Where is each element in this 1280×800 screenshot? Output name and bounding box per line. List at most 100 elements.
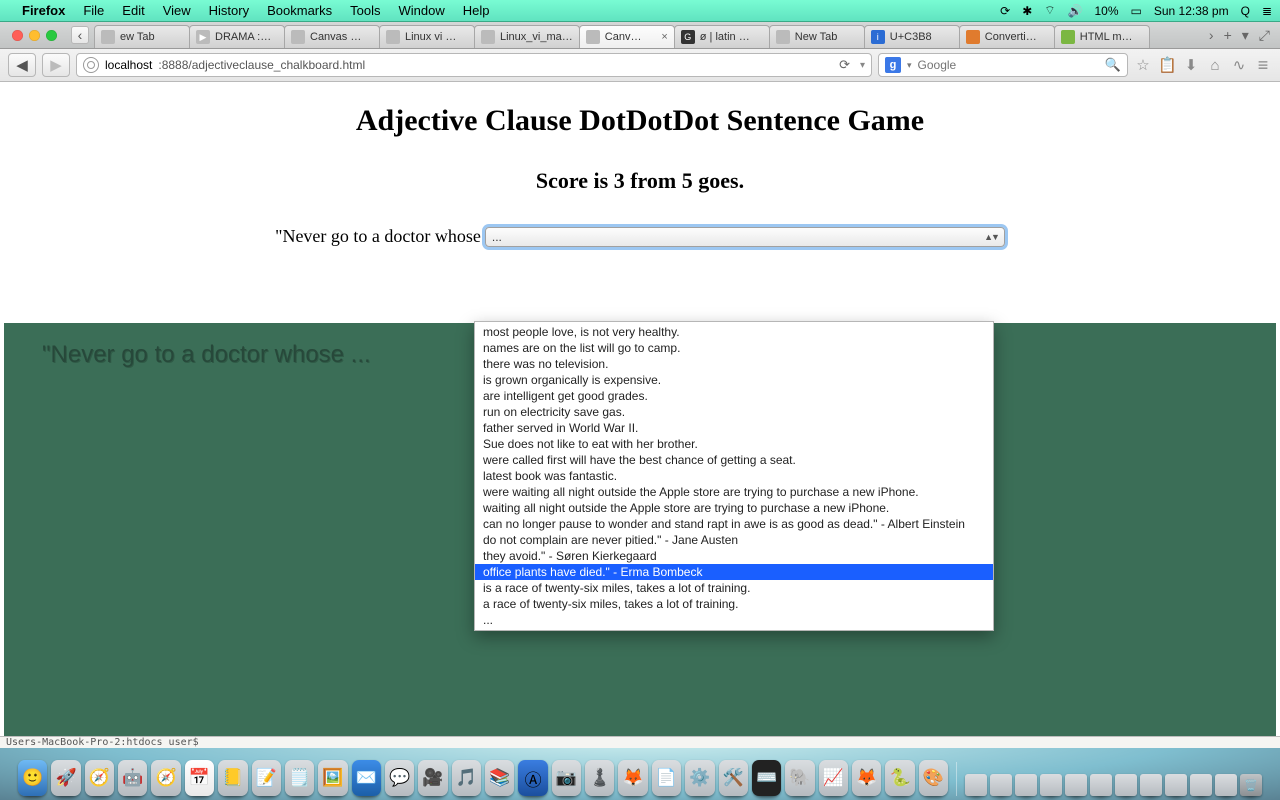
- answer-select-dropdown[interactable]: most people love, is not very healthy.na…: [474, 321, 994, 631]
- select-option[interactable]: most people love, is not very healthy.: [475, 324, 993, 340]
- dock-python[interactable]: 🐍: [885, 760, 914, 796]
- select-option[interactable]: father served in World War II.: [475, 420, 993, 436]
- tab-4[interactable]: Linux_vi_ma…: [474, 25, 580, 48]
- dock-min-6[interactable]: [1090, 774, 1112, 796]
- search-submit-icon[interactable]: 🔍: [1105, 57, 1121, 73]
- menu-view[interactable]: View: [163, 3, 191, 18]
- app-name[interactable]: Firefox: [22, 3, 65, 18]
- dock-facetime[interactable]: 🎥: [418, 760, 447, 796]
- dock-min-5[interactable]: [1065, 774, 1087, 796]
- dock-gimp[interactable]: 🦊: [852, 760, 881, 796]
- dock-messages[interactable]: 💬: [385, 760, 414, 796]
- dock-notes[interactable]: 🗒️: [285, 760, 314, 796]
- dock-ibooks[interactable]: 📚: [485, 760, 514, 796]
- dock-mail[interactable]: ✉️: [352, 760, 381, 796]
- dock-sysprefs[interactable]: ⚙️: [685, 760, 714, 796]
- tab-10[interactable]: HTML m…: [1054, 25, 1150, 48]
- tab-6[interactable]: Gø | latin …: [674, 25, 770, 48]
- tab-5-active[interactable]: Canv…×: [579, 25, 675, 48]
- select-option[interactable]: a race of twenty-six miles, takes a lot …: [475, 596, 993, 612]
- close-tab-icon[interactable]: ×: [661, 31, 667, 43]
- zoom-window-button[interactable]: [46, 30, 57, 41]
- volume-icon[interactable]: 🔊: [1068, 4, 1083, 18]
- dock-min-10[interactable]: [1190, 774, 1212, 796]
- downloads-icon[interactable]: ⬇: [1182, 56, 1200, 74]
- answer-select[interactable]: ... ▲▼: [485, 227, 1005, 247]
- dock-min-9[interactable]: [1165, 774, 1187, 796]
- search-engine-icon[interactable]: g: [885, 57, 901, 73]
- dock-min-2[interactable]: [990, 774, 1012, 796]
- tab-scroll-left[interactable]: ‹: [71, 26, 89, 44]
- select-option[interactable]: are intelligent get good grades.: [475, 388, 993, 404]
- reload-button[interactable]: ⟳: [839, 57, 850, 73]
- dock-min-1[interactable]: [965, 774, 987, 796]
- select-option[interactable]: were waiting all night outside the Apple…: [475, 484, 993, 500]
- select-option[interactable]: Sue does not like to eat with her brothe…: [475, 436, 993, 452]
- select-option[interactable]: they avoid." - Søren Kierkegaard: [475, 548, 993, 564]
- select-option[interactable]: is a race of twenty-six miles, takes a l…: [475, 580, 993, 596]
- select-option[interactable]: ...: [475, 612, 993, 628]
- select-option[interactable]: were called first will have the best cha…: [475, 452, 993, 468]
- url-dropdown-icon[interactable]: ▾: [860, 60, 865, 71]
- menu-edit[interactable]: Edit: [122, 3, 144, 18]
- tab-0[interactable]: ew Tab: [94, 25, 190, 48]
- dock-chess[interactable]: ♟️: [585, 760, 614, 796]
- list-tabs-button[interactable]: ▾: [1242, 27, 1249, 44]
- select-option[interactable]: can no longer pause to wonder and stand …: [475, 516, 993, 532]
- minimize-window-button[interactable]: [29, 30, 40, 41]
- forward-button[interactable]: ▶: [42, 53, 70, 77]
- tab-scroll-right[interactable]: ›: [1209, 27, 1214, 43]
- select-option[interactable]: run on electricity save gas.: [475, 404, 993, 420]
- notifications-icon[interactable]: ≣: [1262, 4, 1272, 18]
- tab-9[interactable]: Converti…: [959, 25, 1055, 48]
- dock-terminal[interactable]: ⌨️: [752, 760, 781, 796]
- tab-8[interactable]: iU+C3B8: [864, 25, 960, 48]
- tab-2[interactable]: Canvas …: [284, 25, 380, 48]
- dock-paintbrush[interactable]: 🎨: [919, 760, 948, 796]
- dock-itunes[interactable]: 🎵: [452, 760, 481, 796]
- tab-3[interactable]: Linux vi …: [379, 25, 475, 48]
- dock-textedit[interactable]: 📄: [652, 760, 681, 796]
- tab-1[interactable]: ▶DRAMA :…: [189, 25, 285, 48]
- dock-ical[interactable]: 📅: [185, 760, 214, 796]
- home-icon[interactable]: ⌂: [1206, 57, 1224, 74]
- spotlight-icon[interactable]: Q: [1241, 4, 1250, 18]
- new-tab-button[interactable]: +: [1224, 27, 1232, 43]
- hamburger-menu-icon[interactable]: ≡: [1254, 55, 1272, 76]
- select-option[interactable]: names are on the list will go to camp.: [475, 340, 993, 356]
- select-option[interactable]: there was no television.: [475, 356, 993, 372]
- dock-contacts[interactable]: 📒: [218, 760, 247, 796]
- clock[interactable]: Sun 12:38 pm: [1154, 4, 1229, 18]
- search-bar[interactable]: g ▾ 🔍: [878, 53, 1128, 77]
- dock-safari[interactable]: 🧭: [151, 760, 180, 796]
- select-option[interactable]: waiting all night outside the Apple stor…: [475, 500, 993, 516]
- feed-icon[interactable]: ∿: [1230, 56, 1248, 74]
- back-button[interactable]: ◀: [8, 53, 36, 77]
- site-identity-icon[interactable]: [83, 57, 99, 73]
- dock-mamp[interactable]: 🐘: [785, 760, 814, 796]
- select-option[interactable]: office plants have died." - Erma Bombeck: [475, 564, 993, 580]
- dock-min-11[interactable]: [1215, 774, 1237, 796]
- address-bar[interactable]: localhost:8888/adjectiveclause_chalkboar…: [76, 53, 872, 77]
- dock-preview[interactable]: 🖼️: [318, 760, 347, 796]
- dock-dashboard[interactable]: 🧭: [85, 760, 114, 796]
- dock-firefox[interactable]: 🦊: [618, 760, 647, 796]
- dock-min-4[interactable]: [1040, 774, 1062, 796]
- menu-bookmarks[interactable]: Bookmarks: [267, 3, 332, 18]
- dock-automator[interactable]: 🤖: [118, 760, 147, 796]
- search-input[interactable]: [918, 58, 1099, 72]
- dock-reminders[interactable]: 📝: [252, 760, 281, 796]
- dock-trash[interactable]: 🗑️: [1240, 774, 1262, 796]
- dock-appstore[interactable]: Ⓐ: [518, 760, 547, 796]
- battery-icon[interactable]: ▭: [1131, 4, 1142, 18]
- sync-icon[interactable]: ⟳: [1000, 4, 1010, 18]
- wifi-icon[interactable]: ⌔: [1044, 3, 1055, 18]
- dock-activity[interactable]: 📈: [819, 760, 848, 796]
- dock-min-8[interactable]: [1140, 774, 1162, 796]
- bookmark-star-icon[interactable]: ☆: [1134, 56, 1152, 74]
- menu-help[interactable]: Help: [463, 3, 490, 18]
- clipboard-icon[interactable]: 📋: [1158, 56, 1176, 74]
- dock-launchpad[interactable]: 🚀: [51, 760, 80, 796]
- fullscreen-button[interactable]: ⤢: [1259, 27, 1270, 44]
- dock-finder[interactable]: 🙂: [18, 760, 47, 796]
